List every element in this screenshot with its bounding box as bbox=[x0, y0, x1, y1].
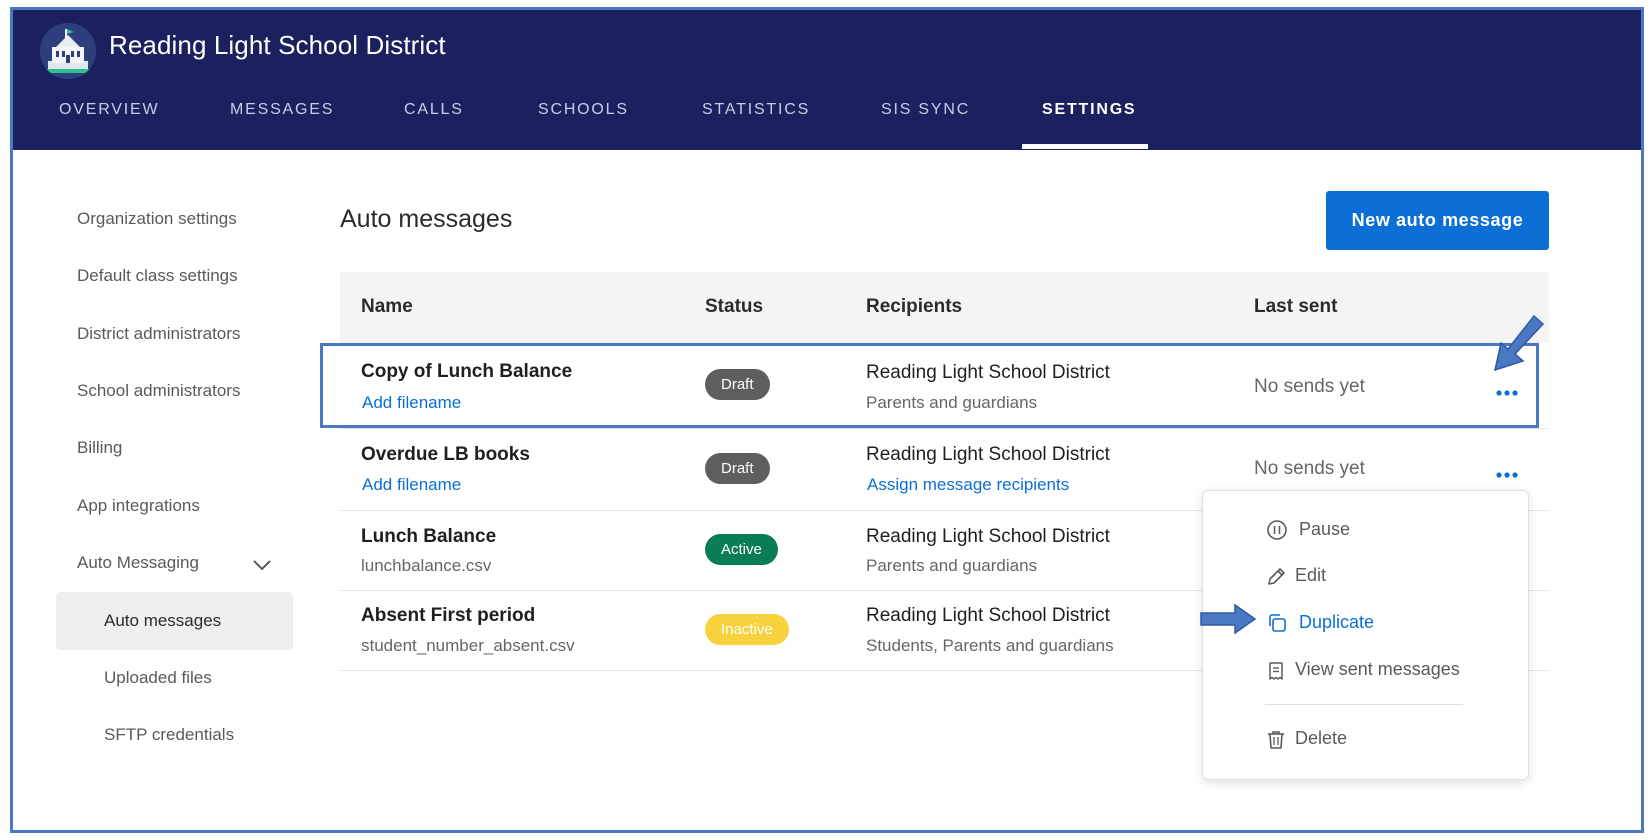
add-filename-link[interactable]: Add filename bbox=[362, 475, 461, 495]
auto-message-name[interactable]: Absent First period bbox=[361, 605, 535, 627]
status-badge: Draft bbox=[705, 453, 770, 484]
app-title: Reading Light School District bbox=[109, 30, 446, 60]
recipient-name: Reading Light School District bbox=[866, 444, 1110, 465]
menu-divider bbox=[1265, 704, 1463, 705]
status-badge: Inactive bbox=[705, 614, 789, 645]
tab-sis-sync[interactable]: SIS SYNC bbox=[881, 94, 970, 150]
tab-overview[interactable]: OVERVIEW bbox=[59, 94, 159, 150]
annotation-arrow-icon bbox=[1200, 603, 1257, 635]
pause-icon bbox=[1267, 520, 1287, 540]
sidebar-item-district-administrators[interactable]: District administrators bbox=[77, 324, 240, 344]
sidebar-item-default-class-settings[interactable]: Default class settings bbox=[77, 266, 238, 286]
sidebar-item-auto-messages[interactable]: Auto messages bbox=[104, 611, 221, 631]
new-auto-message-button[interactable]: New auto message bbox=[1326, 191, 1549, 250]
tab-calls[interactable]: CALLS bbox=[404, 94, 464, 150]
menu-item-delete[interactable]: Delete bbox=[1295, 728, 1347, 749]
pencil-icon bbox=[1268, 568, 1285, 585]
annotation-arrow-icon bbox=[1493, 314, 1545, 372]
tab-messages[interactable]: MESSAGES bbox=[230, 94, 334, 150]
table-header: Name Status Recipients Last sent bbox=[340, 272, 1549, 343]
tab-schools[interactable]: SCHOOLS bbox=[538, 94, 629, 150]
trash-icon bbox=[1268, 731, 1284, 749]
recipient-group: Parents and guardians bbox=[866, 556, 1038, 575]
sidebar-item-auto-messaging[interactable]: Auto Messaging bbox=[77, 553, 199, 573]
column-header-name[interactable]: Name bbox=[361, 296, 413, 318]
tab-statistics[interactable]: STATISTICS bbox=[702, 94, 810, 150]
page-title: Auto messages bbox=[340, 205, 513, 233]
tab-settings[interactable]: SETTINGS bbox=[1042, 94, 1136, 150]
column-header-recipients[interactable]: Recipients bbox=[866, 296, 962, 318]
menu-item-edit[interactable]: Edit bbox=[1295, 565, 1326, 586]
sidebar-item-app-integrations[interactable]: App integrations bbox=[77, 496, 200, 516]
app-window: Reading Light School District OVERVIEW M… bbox=[10, 7, 1644, 833]
column-header-last-sent[interactable]: Last sent bbox=[1254, 296, 1337, 318]
menu-item-duplicate[interactable]: Duplicate bbox=[1299, 612, 1374, 633]
assign-recipients-link[interactable]: Assign message recipients bbox=[867, 475, 1069, 495]
last-sent-value: No sends yet bbox=[1254, 458, 1365, 479]
sidebar-item-organization-settings[interactable]: Organization settings bbox=[77, 209, 237, 229]
menu-item-view-sent-messages[interactable]: View sent messages bbox=[1295, 659, 1460, 680]
menu-item-pause[interactable]: Pause bbox=[1299, 519, 1350, 540]
recipient-name: Reading Light School District bbox=[866, 526, 1110, 547]
sidebar-item-sftp-credentials[interactable]: SFTP credentials bbox=[104, 725, 234, 745]
annotation-highlight-box bbox=[320, 343, 1539, 428]
auto-message-name[interactable]: Overdue LB books bbox=[361, 444, 530, 466]
auto-message-name[interactable]: Lunch Balance bbox=[361, 526, 496, 548]
top-bar: Reading Light School District OVERVIEW M… bbox=[13, 10, 1641, 150]
active-tab-indicator bbox=[1022, 144, 1148, 149]
file-name: lunchbalance.csv bbox=[361, 556, 492, 575]
file-name: student_number_absent.csv bbox=[361, 636, 575, 655]
main-nav: OVERVIEW MESSAGES CALLS SCHOOLS STATISTI… bbox=[13, 94, 1641, 150]
sidebar-item-school-administrators[interactable]: School administrators bbox=[77, 381, 240, 401]
school-logo-icon bbox=[40, 23, 96, 79]
sidebar-item-uploaded-files[interactable]: Uploaded files bbox=[104, 668, 212, 688]
recipient-group: Students, Parents and guardians bbox=[866, 636, 1114, 655]
recipient-name: Reading Light School District bbox=[866, 605, 1110, 626]
more-options-icon[interactable] bbox=[1492, 465, 1522, 485]
sidebar-item-billing[interactable]: Billing bbox=[77, 438, 122, 458]
receipt-icon bbox=[1269, 662, 1283, 680]
chevron-down-icon[interactable] bbox=[251, 558, 273, 572]
status-badge: Active bbox=[705, 534, 778, 565]
column-header-status[interactable]: Status bbox=[705, 296, 763, 318]
duplicate-icon bbox=[1269, 614, 1286, 632]
